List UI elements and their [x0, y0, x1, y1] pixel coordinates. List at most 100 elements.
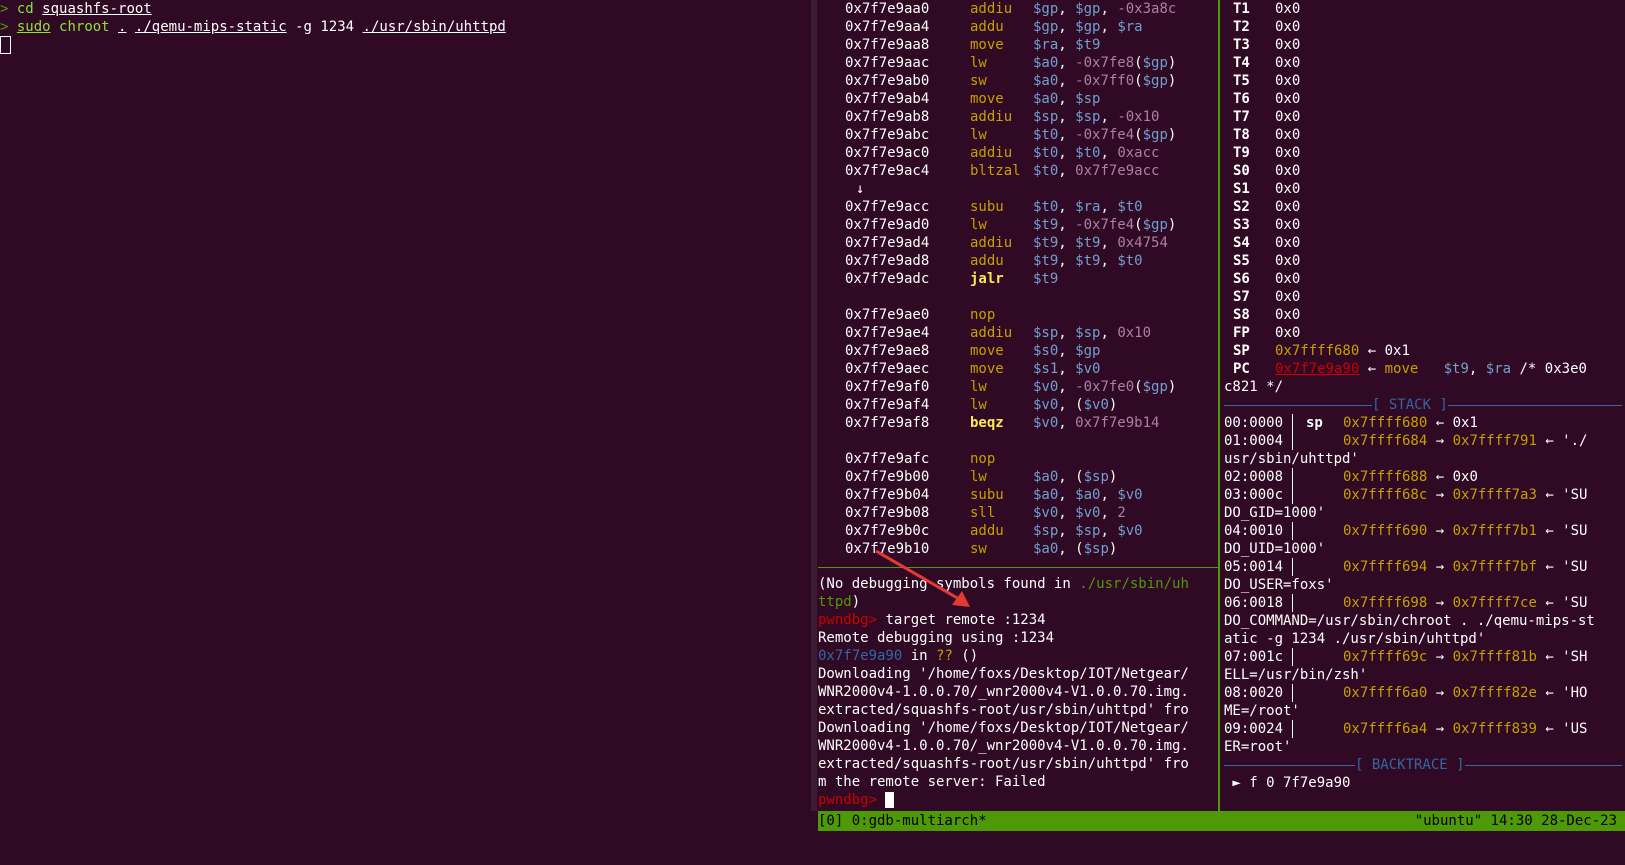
instruction-address: 0x7f7e9ad0 — [845, 217, 930, 233]
instruction-mnemonic: addu — [970, 19, 1004, 35]
register-name: S7 — [1233, 289, 1250, 305]
register-value: 0x0 — [1275, 109, 1301, 125]
disasm-row: 0x7f7e9aec move $s1, $v0 — [818, 360, 1218, 378]
register-value: 0x0 — [1275, 91, 1301, 107]
status-window-list[interactable]: [0] 0:gdb-multiarch* — [818, 812, 987, 830]
stack-separator — [1292, 486, 1293, 504]
disasm-row: 0x7f7e9b04 subu $a0, $a0, $v0 — [818, 486, 1218, 504]
shell-argument-binary: ./usr/sbin/uhttpd — [362, 19, 506, 35]
status-host-time: "ubuntu" 14:30 28-Dec-23 — [1414, 813, 1617, 829]
shell-pane[interactable]: > cd squashfs-root > sudo chroot . ./qem… — [0, 0, 808, 834]
stack-offset: 06:0018 — [1224, 595, 1284, 611]
disasm-row: 0x7f7e9acc subu $t0, $ra, $t0 — [818, 198, 1218, 216]
register-value: 0x0 — [1275, 55, 1301, 71]
register-value: 0x0 — [1275, 307, 1301, 323]
stack-value: 0x7ffff68c → 0x7ffff7a3 ← 'SU — [1343, 487, 1588, 503]
disasm-row: 0x7f7e9aa4 addu $gp, $gp, $ra — [818, 18, 1218, 36]
instruction-mnemonic: move — [970, 91, 1004, 107]
output-line: Downloading '/home/foxs/Desktop/IOT/Netg… — [818, 720, 1189, 736]
instruction-mnemonic: bltzal — [970, 163, 1021, 179]
stack-row: 09:0024 0x7ffff6a4 → 0x7ffff839 ← 'US — [1222, 720, 1625, 738]
stack-row: 00:0000 sp 0x7ffff680 ← 0x1 — [1222, 414, 1625, 432]
stack-row-continued: ER=root' — [1224, 739, 1292, 755]
register-name: T5 — [1233, 73, 1250, 89]
output-line: WNR2000v4-1.0.0.70/_wnr2000v4-V1.0.0.70.… — [818, 684, 1189, 700]
stack-value: 0x7ffff6a0 → 0x7ffff82e ← 'HO — [1343, 685, 1588, 701]
register-value: 0x0 — [1275, 163, 1301, 179]
instruction-operands: $sp, $sp, -0x10 — [1033, 109, 1160, 125]
disasm-row: 0x7f7e9ae0 nop — [818, 306, 1218, 324]
register-row: T8 0x0 — [1222, 126, 1625, 144]
instruction-address: 0x7f7e9ab0 — [845, 73, 930, 89]
stack-row: 02:0008 0x7ffff688 ← 0x0 — [1222, 468, 1625, 486]
stack-offset: 03:000c — [1224, 487, 1284, 503]
register-pc: PC 0x7f7e9a90 ← move $t9, $ra /* 0x3e0 — [1233, 361, 1587, 377]
instruction-operands: $a0, $sp — [1033, 91, 1101, 107]
register-row: S0 0x0 — [1222, 162, 1625, 180]
instruction-operands: $t0, 0x7f7e9acc — [1033, 163, 1160, 179]
instruction-operands: $t0, $t0, 0xacc — [1033, 145, 1160, 161]
register-name: S5 — [1233, 253, 1250, 269]
instruction-address: 0x7f7e9afc — [845, 451, 930, 467]
terminal-cursor — [885, 792, 895, 808]
stack-title: [ STACK ] — [1372, 396, 1448, 414]
disassembly-pane[interactable]: 0x7f7e9aa0 addiu $gp, $gp, -0x3a8c 0x7f7e9a… — [818, 0, 1218, 566]
prompt-symbol: > — [0, 19, 9, 35]
disasm-row: 0x7f7e9ab4 move $a0, $sp — [818, 90, 1218, 108]
shell-flags: -g 1234 — [295, 19, 355, 35]
register-row: FP 0x0 — [1222, 324, 1625, 342]
instruction-address: 0x7f7e9b04 — [845, 487, 930, 503]
instruction-address: 0x7f7e9ad8 — [845, 253, 930, 269]
pwndbg-prompt: pwndbg> — [818, 612, 878, 628]
instruction-operands: $sp, $sp, 0x10 — [1033, 325, 1152, 341]
pane-divider-left[interactable] — [811, 0, 817, 811]
stack-separator — [1292, 522, 1293, 540]
instruction-address: 0x7f7e9ac0 — [845, 145, 930, 161]
instruction-mnemonic: lw — [970, 55, 987, 71]
register-name: S6 — [1233, 271, 1250, 287]
backtrace-header: [ BACKTRACE ] — [1222, 756, 1625, 774]
context-pane[interactable]: T1 0x0 T2 0x0 T3 0x0 T4 0x0 T5 0x0 T6 0x0 T7 0x0 T8 0x0… — [1222, 0, 1625, 811]
registers-list: T1 0x0 T2 0x0 T3 0x0 T4 0x0 T5 0x0 T6 0x0 T7 0x0 T8 0x0… — [1222, 0, 1625, 342]
instruction-address: 0x7f7e9ae0 — [845, 307, 930, 323]
register-row: S2 0x0 — [1222, 198, 1625, 216]
stack-value: 0x7ffff694 → 0x7ffff7bf ← 'SU — [1343, 559, 1588, 575]
instruction-operands: $a0, $a0, $v0 — [1033, 487, 1143, 503]
output-line: m the remote server: Failed — [818, 774, 1046, 790]
disasm-row: 0x7f7e9ab8 addiu $sp, $sp, -0x10 — [818, 108, 1218, 126]
output-line: Remote debugging using :1234 — [818, 630, 1055, 646]
command-input-line[interactable]: pwndbg> — [818, 791, 1220, 809]
instruction-address: 0x7f7e9aec — [845, 361, 930, 377]
shell-line-3[interactable] — [0, 36, 808, 54]
instruction-mnemonic: lw — [970, 469, 987, 485]
disasm-row: 0x7f7e9ae4 addiu $sp, $sp, 0x10 — [818, 324, 1218, 342]
register-row: S4 0x0 — [1222, 234, 1625, 252]
register-value: 0x0 — [1275, 145, 1301, 161]
stack-offset: 00:0000 — [1224, 415, 1284, 431]
output-line: extracted/squashfs-root/usr/sbin/uhttpd'… — [818, 756, 1189, 772]
instruction-mnemonic: addu — [970, 253, 1004, 269]
instruction-mnemonic: move — [970, 361, 1004, 377]
shell-command-chroot: chroot — [59, 19, 110, 35]
register-name: T2 — [1233, 19, 1250, 35]
instruction-mnemonic: lw — [970, 397, 987, 413]
instruction-operands: $t9, $t9, 0x4754 — [1033, 235, 1168, 251]
instruction-mnemonic: nop — [970, 307, 996, 323]
disasm-row: 0x7f7e9aa0 addiu $gp, $gp, -0x3a8c — [818, 0, 1218, 18]
disasm-row: 0x7f7e9adc jalr $t9 — [818, 270, 1218, 288]
tmux-status-bar: [0] 0:gdb-multiarch* "ubuntu" 14:30 28-D… — [818, 811, 1625, 831]
instruction-operands: $v0, $v0, 2 — [1033, 505, 1126, 521]
instruction-operands: $t0, -0x7fe4($gp) — [1033, 127, 1177, 143]
instruction-address: 0x7f7e9aac — [845, 55, 930, 71]
stack-row-continued: DO_GID=1000' — [1224, 505, 1326, 521]
stack-value: 0x7ffff684 → 0x7ffff791 ← './ — [1343, 433, 1588, 449]
stack-separator — [1292, 414, 1293, 432]
register-row: T4 0x0 — [1222, 54, 1625, 72]
instruction-address: 0x7f7e9af0 — [845, 379, 930, 395]
register-name: FP — [1233, 325, 1250, 341]
instruction-mnemonic: jalr — [970, 271, 1004, 287]
instruction-address: 0x7f7e9acc — [845, 199, 930, 215]
shell-line-1: > cd squashfs-root — [0, 0, 808, 18]
output-line: WNR2000v4-1.0.0.70/_wnr2000v4-V1.0.0.70.… — [818, 738, 1189, 754]
register-name: S4 — [1233, 235, 1250, 251]
